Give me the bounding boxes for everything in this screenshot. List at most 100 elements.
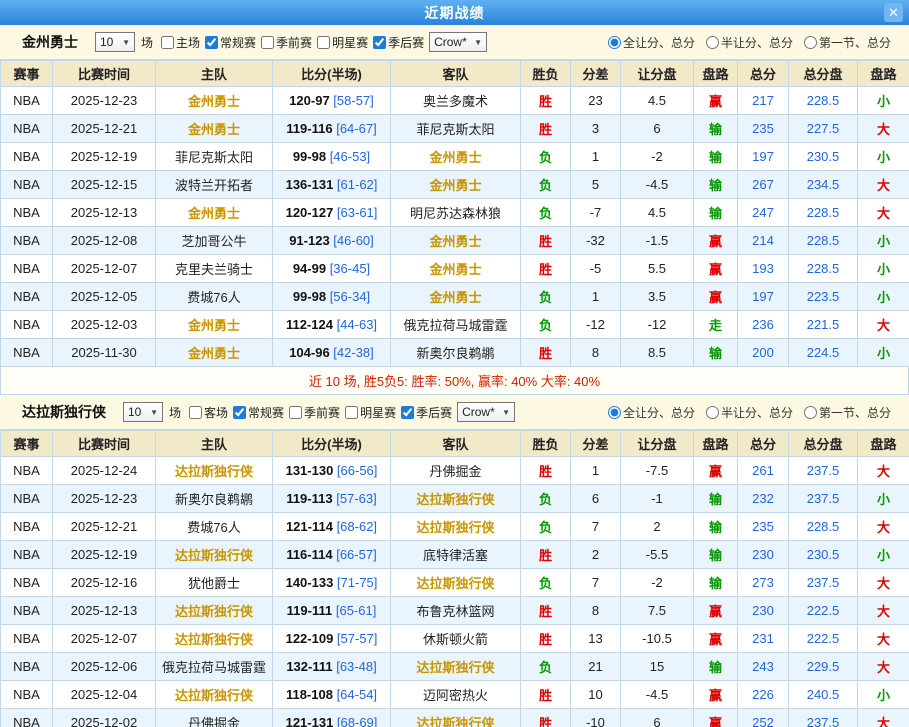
close-icon[interactable]: ✕ [884,3,903,22]
over-under-cell: 大 [858,199,909,227]
handicap-line-cell: -12 [621,311,694,339]
chevron-down-icon: ▼ [150,408,158,417]
filter-checkbox[interactable] [261,36,274,49]
bookmaker-select[interactable]: Crow* ▼ [457,402,515,422]
odds-view-radio[interactable] [706,406,719,419]
handicap-result-cell: 输 [694,115,738,143]
filter-checkbox[interactable] [289,406,302,419]
total-line-cell: 229.5 [789,653,858,681]
filter-checkbox[interactable] [161,36,174,49]
total-line-cell: 222.5 [789,625,858,653]
half-score: [56-34] [326,289,370,304]
filter-option[interactable]: 明星赛 [314,34,368,51]
filter-checkbox[interactable] [189,406,202,419]
home-team-cell: 俄克拉荷马城雷霆 [156,653,273,681]
point-diff-cell: 8 [571,597,621,625]
point-diff-cell: 1 [571,283,621,311]
handicap-line-cell: -5.5 [621,541,694,569]
filter-checkbox[interactable] [373,36,386,49]
away-team-cell: 明尼苏达森林狼 [391,199,521,227]
filter-checkbox[interactable] [233,406,246,419]
date-cell: 2025-12-13 [53,597,156,625]
games-table-body: NBA2025-12-23金州勇士120-97 [58-57]奥兰多魔术胜234… [1,87,909,367]
filter-option[interactable]: 季后赛 [398,404,452,421]
point-diff-cell: 6 [571,485,621,513]
handicap-result-cell: 输 [694,541,738,569]
point-diff-cell: 21 [571,653,621,681]
away-team-cell: 达拉斯独行侠 [391,485,521,513]
odds-view-option[interactable]: 第一节、总分 [801,404,891,421]
away-team-cell: 达拉斯独行侠 [391,653,521,681]
point-diff-cell: 13 [571,625,621,653]
date-cell: 2025-12-13 [53,199,156,227]
final-score: 94-99 [293,261,326,276]
filter-group: 客场常规赛季前赛明星赛季后赛 [186,404,454,421]
filter-option[interactable]: 常规赛 [202,34,256,51]
odds-view-radio[interactable] [706,36,719,49]
odds-view-option[interactable]: 第一节、总分 [801,34,891,51]
filter-label: 客场 [204,404,228,421]
panel-title: 近期战绩 [425,3,485,23]
odds-view-option[interactable]: 全让分、总分 [605,34,695,51]
final-score: 121-131 [286,715,334,727]
league-cell: NBA [1,681,53,709]
home-team-cell: 犹他爵士 [156,569,273,597]
filter-checkbox[interactable] [345,406,358,419]
filter-option[interactable]: 季后赛 [370,34,424,51]
total-line-cell: 228.5 [789,87,858,115]
filter-label: 明星赛 [332,34,368,51]
game-row: NBA2025-12-23金州勇士120-97 [58-57]奥兰多魔术胜234… [1,87,909,115]
total-line-cell: 237.5 [789,485,858,513]
filter-option[interactable]: 明星赛 [342,404,396,421]
over-under-cell: 小 [858,143,909,171]
point-diff-cell: 5 [571,171,621,199]
over-under-cell: 小 [858,227,909,255]
odds-view-radio[interactable] [608,36,621,49]
away-team-cell: 奥兰多魔术 [391,87,521,115]
odds-view-option[interactable]: 半让分、总分 [703,404,793,421]
date-cell: 2025-12-23 [53,485,156,513]
away-team-cell: 金州勇士 [391,227,521,255]
column-header: 盘路 [858,61,909,87]
odds-view-option[interactable]: 全让分、总分 [605,404,695,421]
handicap-result-cell: 赢 [694,709,738,727]
over-under-cell: 大 [858,653,909,681]
date-cell: 2025-12-15 [53,171,156,199]
column-header: 分差 [571,431,621,457]
filter-label: 季后赛 [388,34,424,51]
bookmaker-value: Crow* [462,405,495,419]
filter-option[interactable]: 季前赛 [286,404,340,421]
filter-label: 主场 [176,34,200,51]
over-under-cell: 大 [858,709,909,727]
games-count-select[interactable]: 10 ▼ [123,402,163,422]
score-cell: 120-127 [63-61] [273,199,391,227]
win-loss-cell: 胜 [521,115,571,143]
filter-option[interactable]: 季前赛 [258,34,312,51]
game-row: NBA2025-12-07达拉斯独行侠122-109 [57-57]休斯顿火箭胜… [1,625,909,653]
filter-checkbox[interactable] [317,36,330,49]
filter-option[interactable]: 常规赛 [230,404,284,421]
team-record-section-warriors: 金州勇士 10 ▼ 场 主场常规赛季前赛明星赛季后赛 Crow* ▼ 全让分、总… [0,25,909,395]
handicap-line-cell: 5.5 [621,255,694,283]
games-count-select[interactable]: 10 ▼ [95,32,135,52]
half-score: [71-75] [333,575,377,590]
odds-view-radio[interactable] [804,406,817,419]
odds-view-option[interactable]: 半让分、总分 [703,34,793,51]
column-header: 让分盘 [621,61,694,87]
point-diff-cell: 1 [571,143,621,171]
half-score: [46-60] [330,233,374,248]
league-cell: NBA [1,227,53,255]
odds-view-radio[interactable] [608,406,621,419]
filter-option[interactable]: 客场 [186,404,228,421]
bookmaker-select[interactable]: Crow* ▼ [429,32,487,52]
odds-view-group: 全让分、总分半让分、总分第一节、总分 [597,404,901,421]
filter-checkbox[interactable] [401,406,414,419]
total-line-cell: 237.5 [789,457,858,485]
final-score: 116-114 [286,547,332,562]
filter-option[interactable]: 主场 [158,34,200,51]
odds-view-radio[interactable] [804,36,817,49]
filter-checkbox[interactable] [205,36,218,49]
league-cell: NBA [1,171,53,199]
date-cell: 2025-12-21 [53,115,156,143]
filter-label: 季前赛 [276,34,312,51]
